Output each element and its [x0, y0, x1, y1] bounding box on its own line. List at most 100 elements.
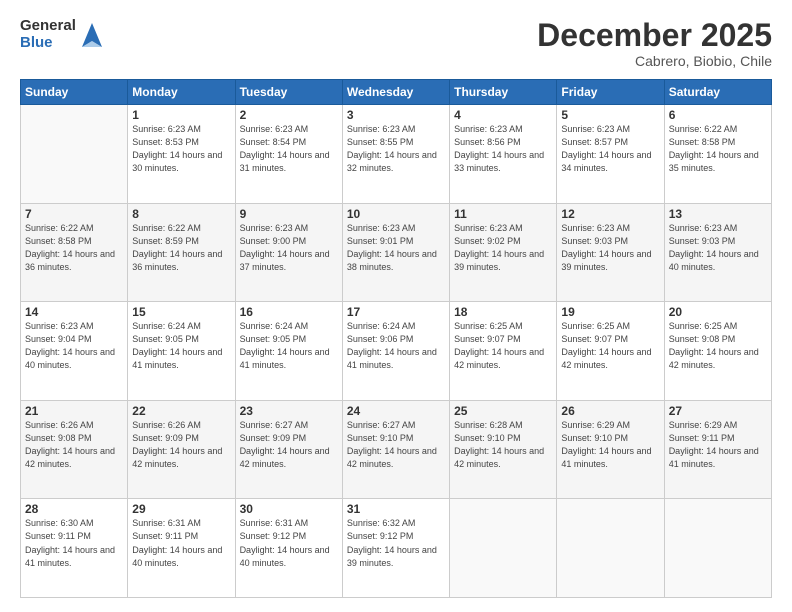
day-info: Sunrise: 6:23 AM Sunset: 9:00 PM Dayligh… — [240, 222, 338, 274]
calendar-cell — [21, 105, 128, 204]
day-info: Sunrise: 6:25 AM Sunset: 9:08 PM Dayligh… — [669, 320, 767, 372]
calendar-cell: 17Sunrise: 6:24 AM Sunset: 9:06 PM Dayli… — [342, 302, 449, 401]
day-number: 30 — [240, 502, 338, 516]
day-info: Sunrise: 6:24 AM Sunset: 9:05 PM Dayligh… — [240, 320, 338, 372]
calendar-week-0: 1Sunrise: 6:23 AM Sunset: 8:53 PM Daylig… — [21, 105, 772, 204]
day-number: 20 — [669, 305, 767, 319]
logo-general: General — [20, 18, 76, 35]
calendar-cell: 6Sunrise: 6:22 AM Sunset: 8:58 PM Daylig… — [664, 105, 771, 204]
day-info: Sunrise: 6:23 AM Sunset: 9:01 PM Dayligh… — [347, 222, 445, 274]
calendar-cell: 28Sunrise: 6:30 AM Sunset: 9:11 PM Dayli… — [21, 499, 128, 598]
day-info: Sunrise: 6:25 AM Sunset: 9:07 PM Dayligh… — [454, 320, 552, 372]
logo-blue: Blue — [20, 35, 76, 52]
calendar-week-4: 28Sunrise: 6:30 AM Sunset: 9:11 PM Dayli… — [21, 499, 772, 598]
calendar-cell: 4Sunrise: 6:23 AM Sunset: 8:56 PM Daylig… — [450, 105, 557, 204]
day-info: Sunrise: 6:32 AM Sunset: 9:12 PM Dayligh… — [347, 517, 445, 569]
day-info: Sunrise: 6:22 AM Sunset: 8:59 PM Dayligh… — [132, 222, 230, 274]
calendar-week-2: 14Sunrise: 6:23 AM Sunset: 9:04 PM Dayli… — [21, 302, 772, 401]
calendar-cell — [450, 499, 557, 598]
day-info: Sunrise: 6:26 AM Sunset: 9:08 PM Dayligh… — [25, 419, 123, 471]
day-number: 27 — [669, 404, 767, 418]
col-wednesday: Wednesday — [342, 80, 449, 105]
day-number: 24 — [347, 404, 445, 418]
day-info: Sunrise: 6:23 AM Sunset: 9:03 PM Dayligh… — [669, 222, 767, 274]
day-number: 19 — [561, 305, 659, 319]
day-number: 11 — [454, 207, 552, 221]
day-number: 29 — [132, 502, 230, 516]
day-info: Sunrise: 6:29 AM Sunset: 9:11 PM Dayligh… — [669, 419, 767, 471]
calendar-table: Sunday Monday Tuesday Wednesday Thursday… — [20, 79, 772, 598]
calendar-cell: 21Sunrise: 6:26 AM Sunset: 9:08 PM Dayli… — [21, 400, 128, 499]
calendar-cell: 19Sunrise: 6:25 AM Sunset: 9:07 PM Dayli… — [557, 302, 664, 401]
calendar-cell: 9Sunrise: 6:23 AM Sunset: 9:00 PM Daylig… — [235, 203, 342, 302]
day-info: Sunrise: 6:24 AM Sunset: 9:05 PM Dayligh… — [132, 320, 230, 372]
day-info: Sunrise: 6:29 AM Sunset: 9:10 PM Dayligh… — [561, 419, 659, 471]
day-number: 6 — [669, 108, 767, 122]
calendar-cell: 10Sunrise: 6:23 AM Sunset: 9:01 PM Dayli… — [342, 203, 449, 302]
logo-icon — [78, 19, 106, 51]
day-info: Sunrise: 6:23 AM Sunset: 9:03 PM Dayligh… — [561, 222, 659, 274]
day-number: 23 — [240, 404, 338, 418]
calendar-cell: 13Sunrise: 6:23 AM Sunset: 9:03 PM Dayli… — [664, 203, 771, 302]
day-info: Sunrise: 6:23 AM Sunset: 8:57 PM Dayligh… — [561, 123, 659, 175]
day-info: Sunrise: 6:30 AM Sunset: 9:11 PM Dayligh… — [25, 517, 123, 569]
calendar-cell: 30Sunrise: 6:31 AM Sunset: 9:12 PM Dayli… — [235, 499, 342, 598]
day-info: Sunrise: 6:27 AM Sunset: 9:09 PM Dayligh… — [240, 419, 338, 471]
calendar-cell: 31Sunrise: 6:32 AM Sunset: 9:12 PM Dayli… — [342, 499, 449, 598]
calendar-cell — [664, 499, 771, 598]
day-number: 28 — [25, 502, 123, 516]
day-info: Sunrise: 6:23 AM Sunset: 8:54 PM Dayligh… — [240, 123, 338, 175]
day-number: 3 — [347, 108, 445, 122]
day-number: 4 — [454, 108, 552, 122]
day-info: Sunrise: 6:23 AM Sunset: 9:02 PM Dayligh… — [454, 222, 552, 274]
calendar-cell: 15Sunrise: 6:24 AM Sunset: 9:05 PM Dayli… — [128, 302, 235, 401]
day-info: Sunrise: 6:23 AM Sunset: 9:04 PM Dayligh… — [25, 320, 123, 372]
day-number: 26 — [561, 404, 659, 418]
day-number: 7 — [25, 207, 123, 221]
day-number: 17 — [347, 305, 445, 319]
day-number: 12 — [561, 207, 659, 221]
day-number: 9 — [240, 207, 338, 221]
calendar-title: December 2025 — [537, 18, 772, 53]
day-number: 5 — [561, 108, 659, 122]
calendar-week-1: 7Sunrise: 6:22 AM Sunset: 8:58 PM Daylig… — [21, 203, 772, 302]
day-number: 2 — [240, 108, 338, 122]
day-number: 18 — [454, 305, 552, 319]
calendar-cell: 3Sunrise: 6:23 AM Sunset: 8:55 PM Daylig… — [342, 105, 449, 204]
col-tuesday: Tuesday — [235, 80, 342, 105]
day-info: Sunrise: 6:24 AM Sunset: 9:06 PM Dayligh… — [347, 320, 445, 372]
calendar-header-row: Sunday Monday Tuesday Wednesday Thursday… — [21, 80, 772, 105]
day-number: 8 — [132, 207, 230, 221]
calendar-cell: 12Sunrise: 6:23 AM Sunset: 9:03 PM Dayli… — [557, 203, 664, 302]
calendar-cell: 24Sunrise: 6:27 AM Sunset: 9:10 PM Dayli… — [342, 400, 449, 499]
calendar-cell: 7Sunrise: 6:22 AM Sunset: 8:58 PM Daylig… — [21, 203, 128, 302]
calendar-cell: 11Sunrise: 6:23 AM Sunset: 9:02 PM Dayli… — [450, 203, 557, 302]
calendar-cell: 26Sunrise: 6:29 AM Sunset: 9:10 PM Dayli… — [557, 400, 664, 499]
calendar-cell: 1Sunrise: 6:23 AM Sunset: 8:53 PM Daylig… — [128, 105, 235, 204]
day-number: 16 — [240, 305, 338, 319]
calendar-cell: 8Sunrise: 6:22 AM Sunset: 8:59 PM Daylig… — [128, 203, 235, 302]
page: General Blue December 2025 Cabrero, Biob… — [0, 0, 792, 612]
calendar-cell: 16Sunrise: 6:24 AM Sunset: 9:05 PM Dayli… — [235, 302, 342, 401]
day-number: 1 — [132, 108, 230, 122]
day-info: Sunrise: 6:23 AM Sunset: 8:55 PM Dayligh… — [347, 123, 445, 175]
calendar-cell: 2Sunrise: 6:23 AM Sunset: 8:54 PM Daylig… — [235, 105, 342, 204]
col-saturday: Saturday — [664, 80, 771, 105]
day-info: Sunrise: 6:28 AM Sunset: 9:10 PM Dayligh… — [454, 419, 552, 471]
day-info: Sunrise: 6:22 AM Sunset: 8:58 PM Dayligh… — [25, 222, 123, 274]
day-number: 22 — [132, 404, 230, 418]
calendar-cell: 20Sunrise: 6:25 AM Sunset: 9:08 PM Dayli… — [664, 302, 771, 401]
calendar-cell: 27Sunrise: 6:29 AM Sunset: 9:11 PM Dayli… — [664, 400, 771, 499]
calendar-cell — [557, 499, 664, 598]
day-info: Sunrise: 6:25 AM Sunset: 9:07 PM Dayligh… — [561, 320, 659, 372]
calendar-week-3: 21Sunrise: 6:26 AM Sunset: 9:08 PM Dayli… — [21, 400, 772, 499]
day-info: Sunrise: 6:23 AM Sunset: 8:53 PM Dayligh… — [132, 123, 230, 175]
col-thursday: Thursday — [450, 80, 557, 105]
calendar-cell: 25Sunrise: 6:28 AM Sunset: 9:10 PM Dayli… — [450, 400, 557, 499]
day-number: 14 — [25, 305, 123, 319]
calendar-cell: 14Sunrise: 6:23 AM Sunset: 9:04 PM Dayli… — [21, 302, 128, 401]
day-info: Sunrise: 6:31 AM Sunset: 9:11 PM Dayligh… — [132, 517, 230, 569]
day-info: Sunrise: 6:22 AM Sunset: 8:58 PM Dayligh… — [669, 123, 767, 175]
calendar-cell: 18Sunrise: 6:25 AM Sunset: 9:07 PM Dayli… — [450, 302, 557, 401]
calendar-subtitle: Cabrero, Biobio, Chile — [537, 53, 772, 69]
